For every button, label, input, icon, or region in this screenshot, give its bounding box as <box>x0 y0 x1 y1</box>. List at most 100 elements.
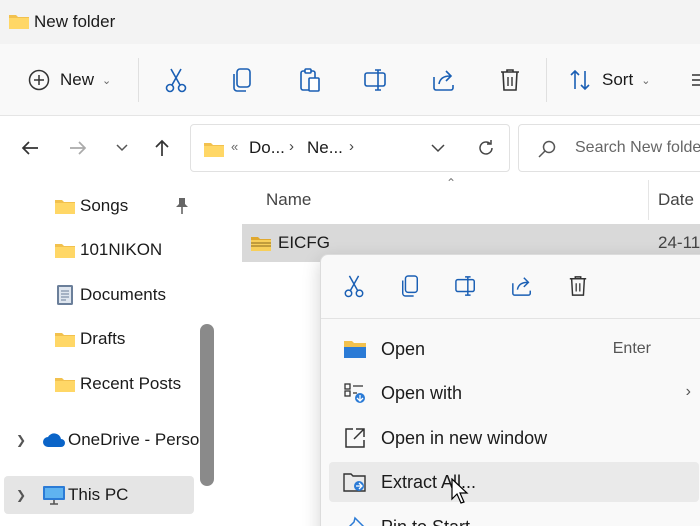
menu-item-label: Pin to Start <box>381 517 470 526</box>
menu-item-open-new-window[interactable]: Open in new window <box>329 418 699 458</box>
paste-button[interactable] <box>296 63 324 97</box>
documents-icon <box>57 285 73 305</box>
navigation-pane: Songs 101NIKON Documents Drafts Recent P… <box>0 180 218 526</box>
pin-icon[interactable] <box>174 197 190 215</box>
copy-icon <box>233 68 251 92</box>
column-header-name[interactable]: Name <box>266 190 311 210</box>
file-name: EICFG <box>278 233 330 252</box>
column-divider[interactable] <box>648 180 649 220</box>
view-icon <box>692 74 700 86</box>
delete-icon <box>501 69 519 91</box>
menu-item-open[interactable]: Open Enter <box>329 329 699 369</box>
copy-button[interactable] <box>228 63 256 97</box>
menu-share-button[interactable] <box>509 273 535 299</box>
menu-item-label: Open in new window <box>381 428 548 448</box>
sidebar-item-onedrive[interactable]: ❯ OneDrive - Perso <box>0 421 200 459</box>
up-button[interactable] <box>148 134 176 162</box>
rename-icon <box>455 276 475 296</box>
navigation-bar: « Do... › Ne... › Search New folder <box>0 116 700 180</box>
folder-icon <box>55 333 75 347</box>
chevron-right-icon[interactable]: ❯ <box>16 433 26 447</box>
pin-icon <box>348 516 365 526</box>
open-new-window-icon <box>345 428 365 448</box>
breadcrumb-separator[interactable]: › <box>349 138 354 155</box>
column-header-date[interactable]: Date <box>658 190 694 210</box>
share-button[interactable] <box>430 63 458 97</box>
cut-icon <box>165 68 187 93</box>
menu-delete-button[interactable] <box>565 273 591 299</box>
forward-button[interactable] <box>64 134 92 162</box>
title-bar: New folder <box>0 0 700 44</box>
sidebar-item-songs[interactable]: Songs <box>0 187 200 225</box>
chevron-right-icon[interactable]: ❯ <box>16 488 26 502</box>
paste-icon <box>300 68 320 92</box>
breadcrumb-new-folder[interactable]: Ne... <box>307 138 343 158</box>
sidebar-item-label: Drafts <box>80 329 126 348</box>
view-button[interactable] <box>690 63 700 97</box>
hidden-locations-indicator[interactable]: « <box>231 139 238 154</box>
sidebar-item-label: This PC <box>68 485 129 504</box>
sort-icon <box>570 69 590 91</box>
address-bar[interactable]: « Do... › Ne... › <box>190 124 510 172</box>
folder-icon <box>55 378 75 392</box>
menu-item-pin-to-start[interactable]: Pin to Start <box>329 507 699 526</box>
file-date: 24-11 <box>658 233 700 252</box>
zip-folder-icon <box>251 237 271 251</box>
onedrive-icon <box>43 433 65 447</box>
folder-open-icon <box>344 341 366 358</box>
cut-button[interactable] <box>162 63 190 97</box>
search-box[interactable]: Search New folder <box>518 124 700 172</box>
copy-icon <box>402 275 418 297</box>
chevron-right-icon: › <box>685 383 691 400</box>
sidebar-item-label: Recent Posts <box>80 374 182 393</box>
menu-item-open-with[interactable]: Open with › <box>329 373 699 413</box>
arrow-left-icon <box>21 141 38 155</box>
delete-icon <box>569 276 587 296</box>
chevron-down-icon: ⌄ <box>641 74 651 87</box>
sort-ascending-icon: ⌃ <box>446 176 457 190</box>
rename-icon <box>364 69 386 91</box>
chevron-down-icon <box>116 144 128 152</box>
refresh-button[interactable] <box>475 137 497 159</box>
rename-button[interactable] <box>362 63 390 97</box>
breadcrumb-documents[interactable]: Do... <box>249 138 285 158</box>
menu-item-extract-all[interactable]: Extract All... <box>329 462 699 502</box>
mouse-cursor-icon <box>451 478 469 504</box>
context-menu-actions <box>321 255 700 319</box>
folder-icon <box>9 15 29 29</box>
share-icon <box>433 70 454 91</box>
sidebar-item-drafts[interactable]: Drafts <box>0 320 200 358</box>
delete-button[interactable] <box>496 63 524 97</box>
toolbar-divider <box>138 58 139 102</box>
toolbar-divider <box>546 58 547 102</box>
add-icon <box>28 69 50 91</box>
folder-icon <box>204 143 224 157</box>
arrow-right-icon <box>70 141 87 155</box>
folder-icon <box>55 200 75 214</box>
new-label: New <box>60 70 95 89</box>
breadcrumb-separator[interactable]: › <box>289 138 294 155</box>
menu-item-label: Open with <box>381 383 463 403</box>
menu-cut-button[interactable] <box>341 273 367 299</box>
sidebar-item-this-pc[interactable]: ❯ This PC <box>4 476 194 514</box>
sidebar-item-recent-posts[interactable]: Recent Posts <box>0 365 200 403</box>
command-bar: New ⌄ Sort ⌄ <box>0 44 700 116</box>
sidebar-item-101nikon[interactable]: 101NIKON <box>0 231 200 269</box>
menu-rename-button[interactable] <box>453 273 479 299</box>
window-title: New folder <box>34 12 116 31</box>
recent-locations-button[interactable] <box>108 134 136 162</box>
share-icon <box>512 277 531 296</box>
menu-item-shortcut: Enter <box>612 340 651 357</box>
menu-copy-button[interactable] <box>397 273 423 299</box>
sort-button[interactable]: Sort ⌄ <box>568 63 650 97</box>
sidebar-item-documents[interactable]: Documents <box>0 276 200 314</box>
search-input[interactable]: Search New folder <box>575 139 700 157</box>
search-icon <box>538 140 556 158</box>
sidebar-item-label: Documents <box>80 285 166 304</box>
new-button[interactable]: New ⌄ <box>28 63 111 97</box>
cut-icon <box>344 275 364 298</box>
back-button[interactable] <box>16 134 44 162</box>
sidebar-scrollbar[interactable] <box>200 324 214 486</box>
menu-item-label: Open <box>381 339 426 359</box>
address-history-button[interactable] <box>427 137 449 159</box>
